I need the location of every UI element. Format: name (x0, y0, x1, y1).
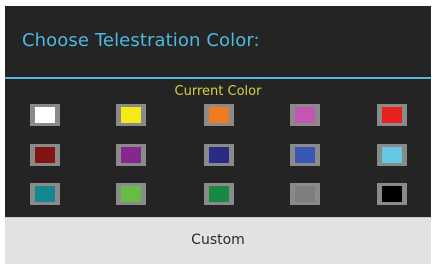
swatch-fill-purple (121, 147, 141, 163)
color-swatch-purple[interactable] (116, 144, 146, 166)
color-picker-dialog: Choose Telestration Color: Current Color… (5, 6, 431, 264)
swatch-fill-teal (35, 186, 55, 202)
color-swatch-navy[interactable] (204, 144, 234, 166)
color-swatch-teal[interactable] (30, 183, 60, 205)
swatch-fill-green (121, 186, 141, 202)
color-swatch-gray[interactable] (290, 183, 320, 205)
swatch-fill-black (382, 186, 402, 202)
swatch-fill-dark-green (209, 186, 229, 202)
color-swatch-dark-green[interactable] (204, 183, 234, 205)
color-swatch-black[interactable] (377, 183, 407, 205)
swatch-fill-orange (209, 107, 229, 123)
title-divider (5, 77, 431, 79)
swatch-fill-light-blue (382, 147, 402, 163)
swatch-fill-gray (295, 186, 315, 202)
color-swatch-pink[interactable] (290, 104, 320, 126)
swatch-fill-white (35, 107, 55, 123)
color-swatch-orange[interactable] (204, 104, 234, 126)
color-swatch-white[interactable] (30, 104, 60, 126)
swatch-fill-blue (295, 147, 315, 163)
color-swatch-green[interactable] (116, 183, 146, 205)
color-swatch-maroon[interactable] (30, 144, 60, 166)
swatch-fill-navy (209, 147, 229, 163)
swatch-fill-yellow (121, 107, 141, 123)
swatch-fill-pink (295, 107, 315, 123)
swatch-fill-red (382, 107, 402, 123)
custom-button[interactable]: Custom (5, 217, 431, 264)
color-swatch-red[interactable] (377, 104, 407, 126)
color-swatch-blue[interactable] (290, 144, 320, 166)
current-color-label: Current Color (174, 84, 262, 99)
color-swatch-light-blue[interactable] (377, 144, 407, 166)
dialog-title: Choose Telestration Color: (22, 30, 260, 51)
swatch-fill-maroon (35, 147, 55, 163)
color-swatch-yellow[interactable] (116, 104, 146, 126)
